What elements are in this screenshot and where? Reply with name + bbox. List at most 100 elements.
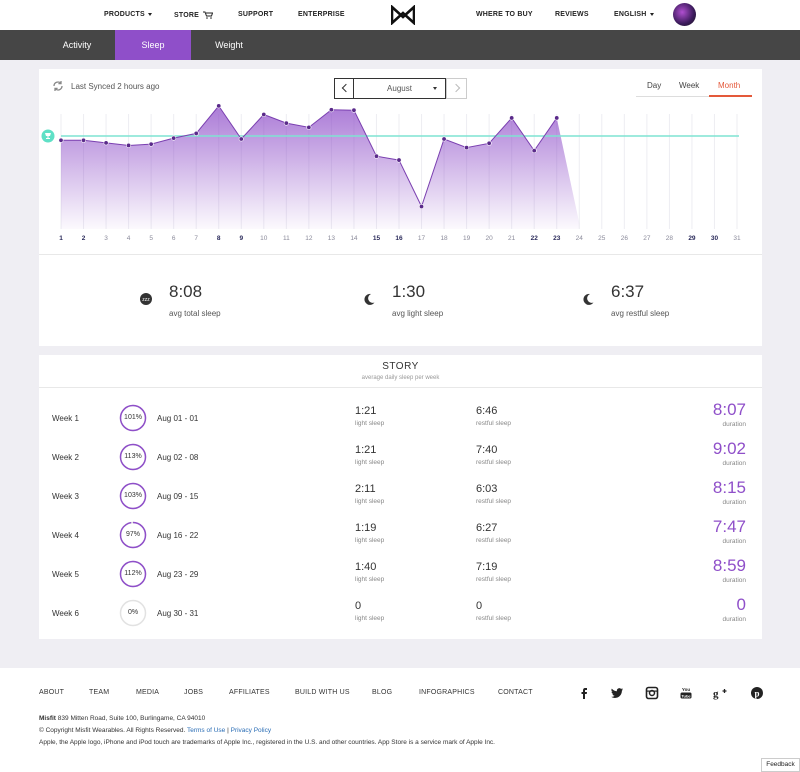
tab-weight[interactable]: Weight	[191, 30, 267, 60]
next-month-button[interactable]	[446, 78, 467, 99]
light-sleep-value: 2:11	[355, 483, 376, 495]
x-tick-label: 9	[239, 235, 243, 242]
x-tick-label: 6	[172, 235, 176, 242]
sleep-point[interactable]	[261, 111, 267, 117]
restful-sleep-label: restful sleep	[476, 576, 512, 583]
sleep-point[interactable]	[58, 137, 64, 143]
goal-percent: 113%	[124, 453, 142, 460]
range-tab-day[interactable]: Day	[647, 81, 661, 90]
svg-text:Tube: Tube	[681, 693, 691, 698]
sleep-point[interactable]	[193, 130, 199, 136]
feedback-button[interactable]: Feedback	[761, 758, 800, 772]
x-tick-label: 5	[149, 235, 153, 242]
sleep-point[interactable]	[81, 137, 87, 143]
chevron-left-icon	[341, 83, 351, 93]
footer-link-team[interactable]: TEAM	[89, 689, 109, 696]
x-tick-label: 30	[711, 235, 719, 242]
sleep-point[interactable]	[216, 103, 222, 109]
duration-label: duration	[722, 499, 747, 506]
sleep-point[interactable]	[171, 135, 177, 141]
divider	[39, 254, 762, 255]
x-tick-label: 3	[104, 235, 108, 242]
chevron-down-icon	[147, 12, 152, 16]
week-dates: Aug 23 - 29	[157, 570, 199, 579]
google-plus-icon[interactable]: g	[713, 686, 727, 700]
restful-sleep-label: restful sleep	[476, 459, 512, 466]
nav-reviews[interactable]: REVIEWS	[555, 11, 589, 18]
link-separator: |	[227, 727, 229, 734]
sleep-point[interactable]	[351, 107, 357, 113]
pinterest-icon[interactable]: p	[750, 686, 764, 700]
week-label: Week 1	[52, 414, 79, 423]
trophy-icon	[41, 129, 55, 143]
sleep-point[interactable]	[148, 141, 154, 147]
nav-language[interactable]: ENGLISH	[614, 11, 654, 18]
stat-label: avg total sleep	[169, 309, 221, 318]
nav-store[interactable]: STORE	[174, 11, 214, 19]
chevron-down-icon	[649, 12, 654, 16]
tab-sleep[interactable]: Sleep	[115, 30, 191, 60]
light-sleep-value: 1:40	[355, 561, 377, 573]
nav-support[interactable]: SUPPORT	[238, 11, 273, 18]
footer-link-media[interactable]: MEDIA	[136, 689, 159, 696]
company-name: Misfit	[39, 715, 56, 722]
nav-products[interactable]: PRODUCTS	[104, 11, 152, 18]
sleep-point[interactable]	[419, 204, 425, 210]
sleep-area	[61, 105, 580, 229]
x-tick-label: 16	[395, 235, 403, 242]
sleep-point[interactable]	[509, 115, 515, 121]
footer-link-infographics[interactable]: INFOGRAPHICS	[419, 689, 475, 696]
svg-text:You: You	[682, 687, 690, 692]
light-sleep-value: 1:21	[355, 444, 377, 456]
instagram-icon[interactable]	[645, 686, 659, 700]
tab-activity[interactable]: Activity	[39, 30, 115, 60]
sleep-point[interactable]	[328, 107, 334, 113]
sleep-point[interactable]	[531, 148, 537, 154]
footer-link-affiliates[interactable]: AFFILIATES	[229, 689, 270, 696]
footer-link-blog[interactable]: BLOG	[372, 689, 392, 696]
x-tick-label: 23	[553, 235, 561, 242]
footer-link-build-with-us[interactable]: BUILD WITH US	[295, 689, 350, 696]
twitter-icon[interactable]	[610, 686, 624, 700]
duration-value: 8:15	[712, 478, 746, 497]
sleep-point[interactable]	[486, 140, 492, 146]
range-tab-week[interactable]: Week	[679, 81, 699, 90]
terms-link[interactable]: Terms of Use	[187, 727, 225, 734]
youtube-icon[interactable]: YouTube	[679, 686, 693, 700]
sleep-point[interactable]	[103, 140, 109, 146]
stat-value: 6:37	[611, 282, 645, 301]
stat-label: avg restful sleep	[611, 309, 670, 318]
sync-icon[interactable]	[52, 80, 64, 92]
sleep-point[interactable]	[283, 120, 289, 126]
footer-link-contact[interactable]: CONTACT	[498, 689, 533, 696]
sleep-point[interactable]	[464, 145, 470, 151]
facebook-icon[interactable]	[577, 686, 591, 700]
top-nav: PRODUCTS STORE SUPPORT ENTERPRISE WHERE …	[0, 0, 800, 30]
week-row: Week 6 0% Aug 30 - 31 0 light sleep 0 restful …	[39, 595, 762, 634]
avatar[interactable]	[673, 3, 696, 26]
nav-enterprise[interactable]: ENTERPRISE	[298, 11, 345, 18]
sleep-point[interactable]	[306, 124, 312, 130]
x-tick-label: 27	[643, 235, 651, 242]
misfit-logo[interactable]	[391, 5, 415, 25]
svg-text:zzz: zzz	[142, 297, 150, 303]
sleep-point[interactable]	[373, 153, 379, 159]
footer-link-jobs[interactable]: JOBS	[184, 689, 203, 696]
footer-link-about[interactable]: ABOUT	[39, 689, 64, 696]
prev-month-button[interactable]	[334, 78, 354, 99]
light-sleep-label: light sleep	[355, 615, 385, 622]
week-dates: Aug 16 - 22	[157, 531, 199, 540]
sleep-point[interactable]	[238, 136, 244, 142]
sleep-point[interactable]	[554, 115, 560, 121]
nav-where-to-buy[interactable]: WHERE TO BUY	[476, 11, 533, 18]
x-tick-label: 15	[373, 235, 381, 242]
range-tab-month[interactable]: Month	[718, 81, 740, 90]
sleep-point[interactable]	[126, 142, 132, 148]
privacy-link[interactable]: Privacy Policy	[231, 727, 271, 734]
sleep-point[interactable]	[441, 136, 447, 142]
sleep-point[interactable]	[396, 157, 402, 163]
moon-icon	[364, 293, 375, 305]
month-dropdown[interactable]: August	[353, 78, 446, 99]
x-tick-label: 11	[283, 235, 290, 242]
x-tick-label: 19	[463, 235, 471, 242]
